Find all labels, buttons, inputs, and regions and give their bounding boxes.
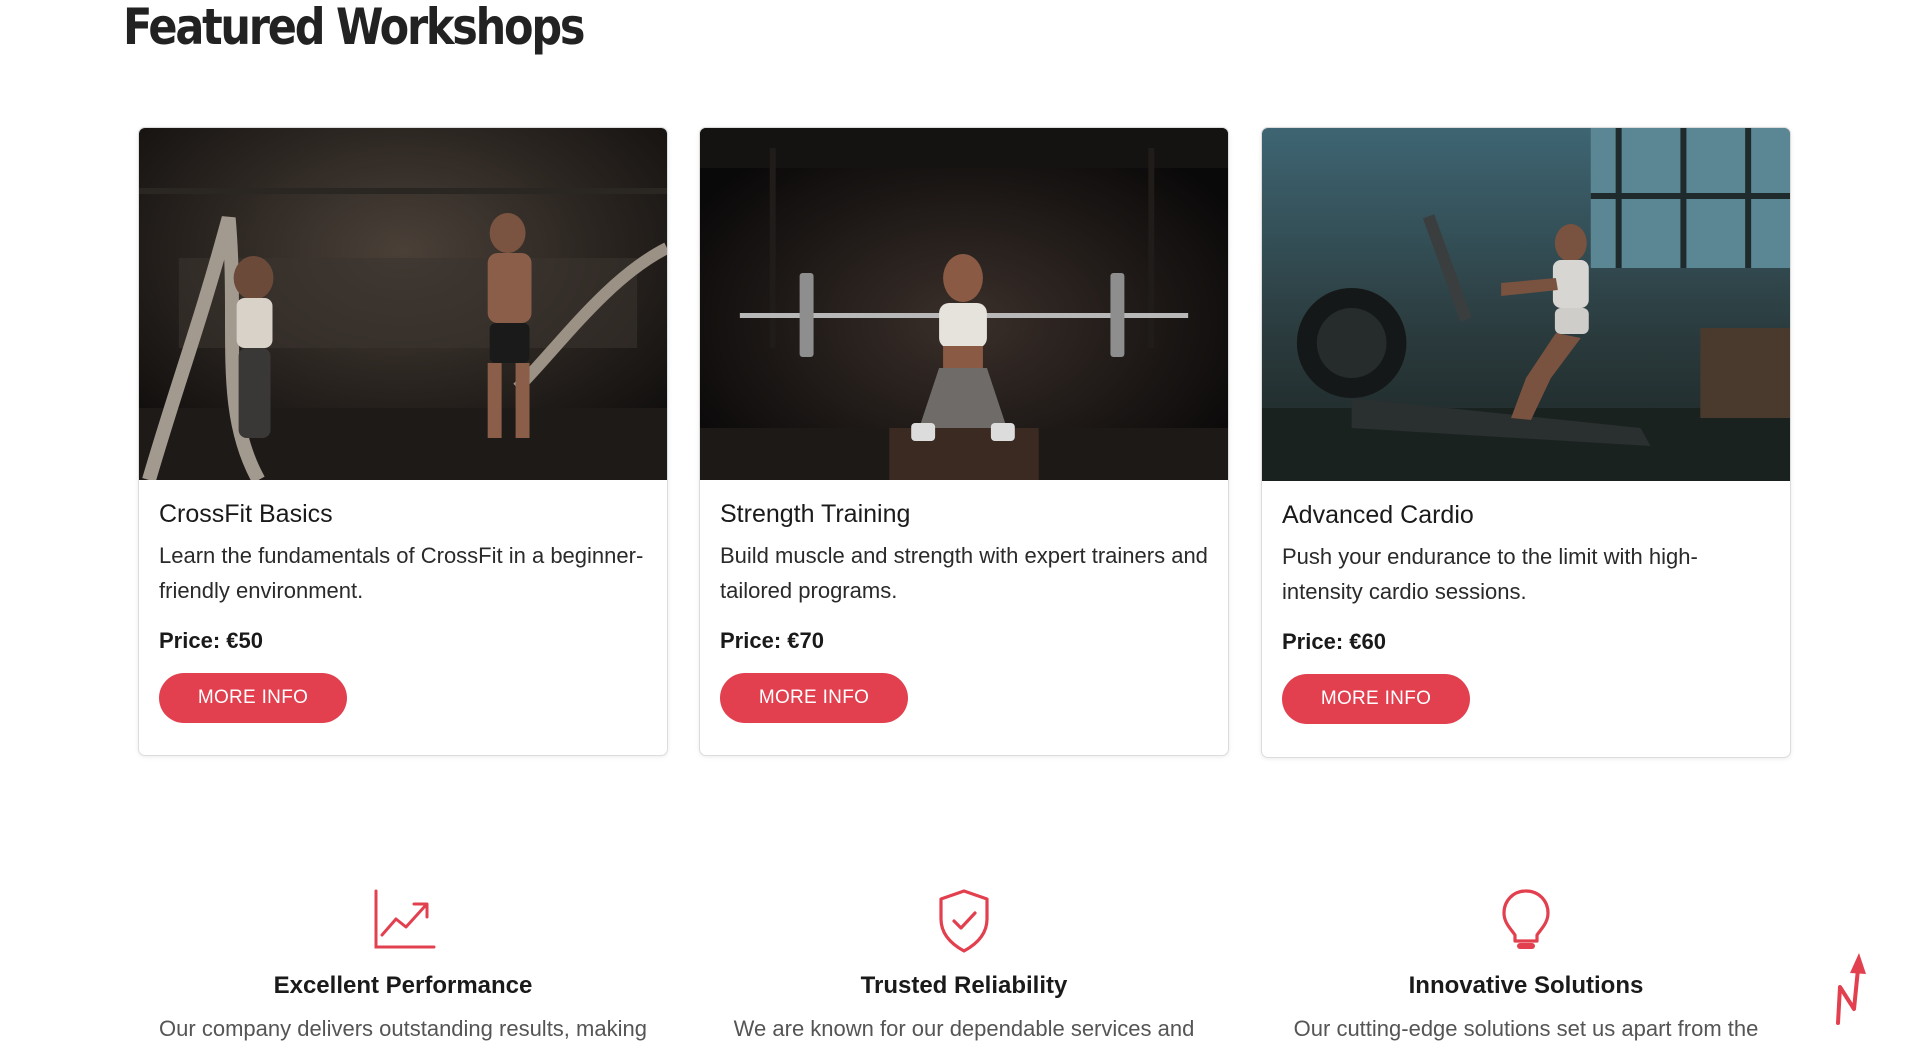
- feature-highlights: Excellent Performance Our company delive…: [138, 885, 1791, 1043]
- workshop-card: Strength Training Build muscle and stren…: [699, 127, 1229, 756]
- section-title: Featured Workshops: [123, 0, 585, 56]
- price-label: Price:: [1282, 629, 1344, 654]
- back-to-top-arrow-icon[interactable]: [1830, 947, 1874, 1027]
- feature-text: We are known for our dependable services…: [733, 1016, 1195, 1041]
- workshop-image-rowing-machine: [1262, 128, 1790, 481]
- shield-check-icon: [939, 889, 989, 953]
- price-label: Price:: [720, 628, 782, 653]
- lightbulb-icon: [1502, 889, 1550, 949]
- workshop-cards: CrossFit Basics Learn the fundamentals o…: [138, 127, 1791, 758]
- workshop-price: Price: €70: [720, 628, 1208, 654]
- workshop-image-battle-ropes: [139, 128, 667, 480]
- more-info-button[interactable]: MORE INFO: [720, 673, 908, 723]
- more-info-button[interactable]: MORE INFO: [1282, 674, 1470, 724]
- price-value: €60: [1349, 629, 1386, 654]
- price-value: €70: [787, 628, 824, 653]
- feature-text: Our company delivers outstanding results…: [159, 1016, 647, 1041]
- feature-title: Innovative Solutions: [1408, 972, 1644, 999]
- feature-title: Trusted Reliability: [860, 972, 1068, 999]
- workshop-card: CrossFit Basics Learn the fundamentals o…: [138, 127, 668, 756]
- workshop-card: Advanced Cardio Push your endurance to t…: [1261, 127, 1791, 758]
- workshop-description: Push your endurance to the limit with hi…: [1282, 544, 1698, 604]
- workshop-image-barbell-squat: [700, 128, 1228, 480]
- feature-title: Excellent Performance: [273, 972, 533, 999]
- price-value: €50: [226, 628, 263, 653]
- workshop-price: Price: €60: [1282, 629, 1770, 655]
- feature-item: Excellent Performance Our company delive…: [138, 885, 668, 1042]
- chart-trend-icon: [374, 889, 436, 949]
- workshop-title: Advanced Cardio: [1282, 501, 1474, 529]
- feature-item: Innovative Solutions Our cutting-edge so…: [1261, 885, 1791, 1042]
- workshop-title: Strength Training: [720, 500, 911, 528]
- workshop-title: CrossFit Basics: [159, 500, 333, 528]
- feature-text: Our cutting-edge solutions set us apart …: [1293, 1016, 1759, 1041]
- feature-item: Trusted Reliability We are known for our…: [699, 885, 1229, 1042]
- workshop-description: Build muscle and strength with expert tr…: [720, 543, 1208, 603]
- workshop-price: Price: €50: [159, 628, 647, 654]
- more-info-button[interactable]: MORE INFO: [159, 673, 347, 723]
- workshop-description: Learn the fundamentals of CrossFit in a …: [159, 543, 644, 603]
- price-label: Price:: [159, 628, 221, 653]
